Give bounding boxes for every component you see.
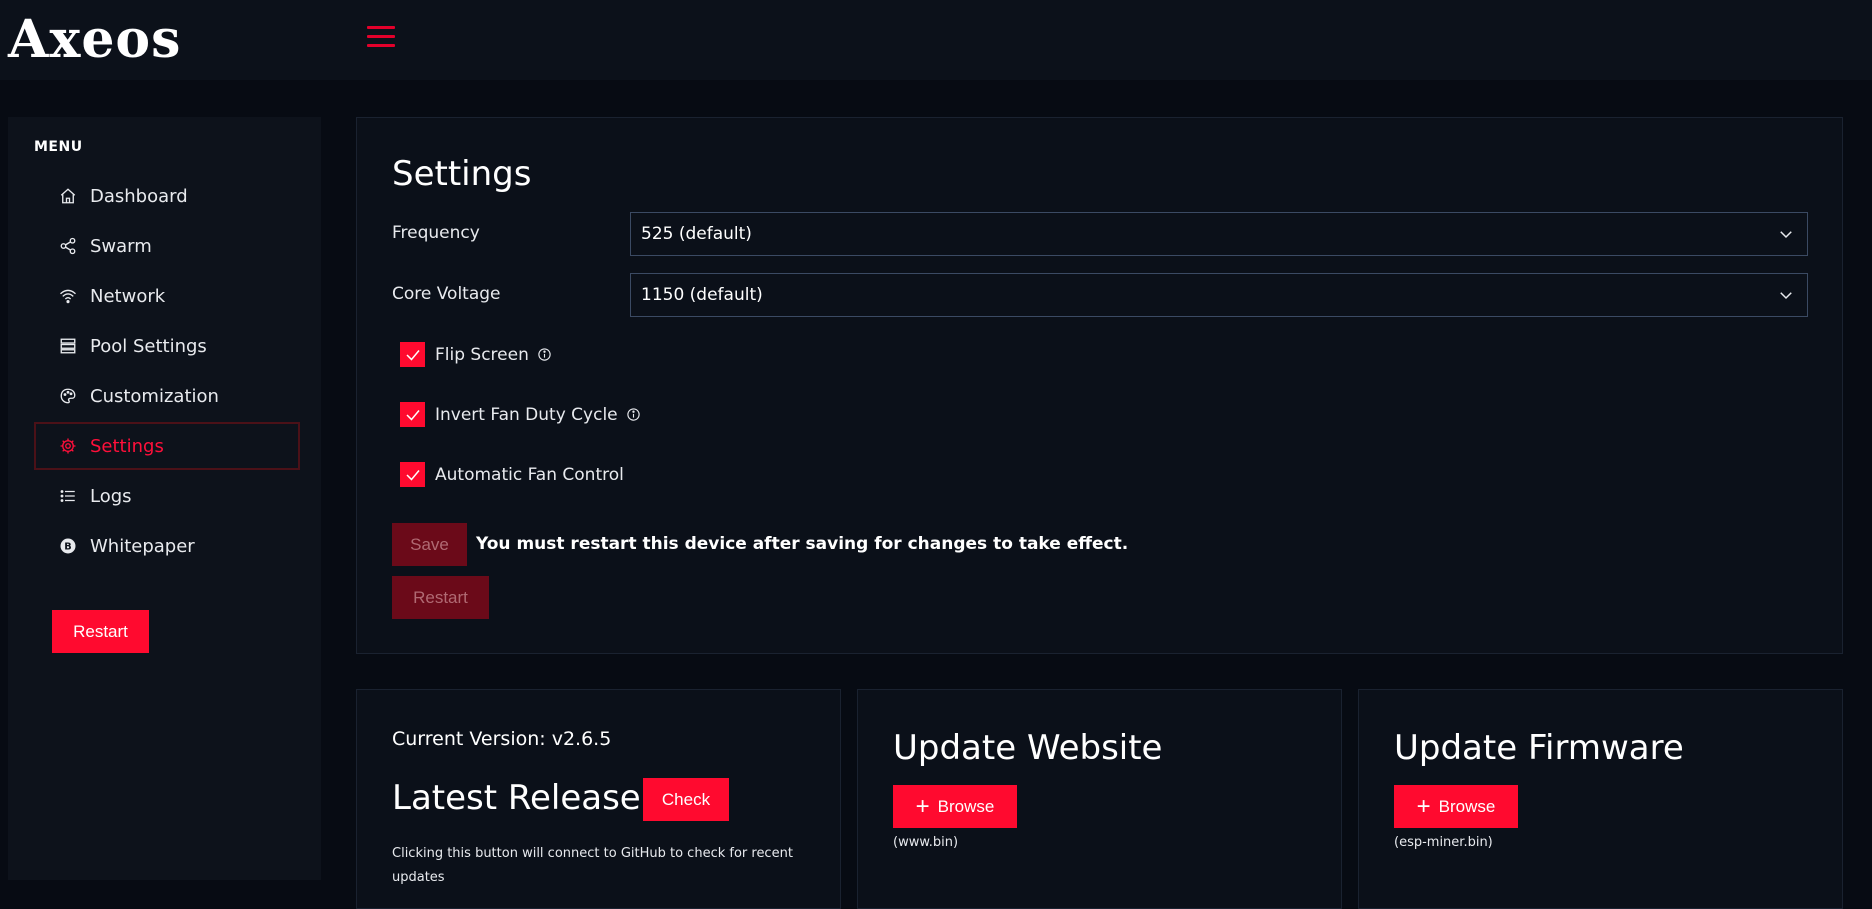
info-icon[interactable] [626,407,641,422]
chevron-down-icon [1780,292,1792,300]
sidebar-item-label: Dashboard [90,185,188,207]
sidebar-item-network[interactable]: Network [34,272,300,320]
core-voltage-value: 1150 (default) [641,285,763,305]
sidebar-item-label: Settings [90,435,164,457]
invert-fan-label: Invert Fan Duty Cycle [435,404,618,425]
core-voltage-label: Core Voltage [392,284,501,304]
check-button[interactable]: Check [643,778,729,821]
sidebar-item-label: Pool Settings [90,335,207,357]
flip-screen-row: Flip Screen [400,342,552,367]
firmware-file-hint: (esp-miner.bin) [1394,835,1493,850]
auto-fan-label: Automatic Fan Control [435,464,624,485]
current-version: Current Version: v2.6.5 [392,728,612,750]
plus-icon: + [1416,792,1431,820]
firmware-browse-button[interactable]: + Browse [1394,785,1518,828]
invert-fan-row: Invert Fan Duty Cycle [400,402,641,427]
sidebar-item-whitepaper[interactable]: B Whitepaper [34,522,300,570]
server-icon [58,336,78,356]
menu-list: Dashboard Swarm Network Pool Settings Cu… [34,172,300,572]
sidebar-item-settings[interactable]: Settings [34,422,300,470]
sidebar-item-label: Logs [90,485,132,507]
sidebar-item-dashboard[interactable]: Dashboard [34,172,300,220]
core-voltage-select[interactable]: 1150 (default) [630,273,1808,317]
menu-heading: MENU [34,139,83,155]
top-bar: Axeos [0,0,1872,80]
sidebar-item-logs[interactable]: Logs [34,472,300,520]
sidebar-item-label: Swarm [90,235,152,257]
checkmark-icon [405,349,420,361]
website-file-hint: (www.bin) [893,835,959,850]
settings-restart-button[interactable]: Restart [392,576,489,619]
bitcoin-icon: B [58,536,78,556]
version-card: Current Version: v2.6.5 Latest Release: … [356,689,841,909]
home-icon [58,186,78,206]
frequency-value: 525 (default) [641,224,752,244]
checkmark-icon [405,409,420,421]
save-button[interactable]: Save [392,523,467,566]
sidebar: MENU Dashboard Swarm Network Pool Settin… [8,117,321,880]
auto-fan-row: Automatic Fan Control [400,462,624,487]
frequency-select[interactable]: 525 (default) [630,212,1808,256]
restart-button[interactable]: Restart [52,610,149,653]
frequency-label: Frequency [392,223,480,243]
sidebar-item-swarm[interactable]: Swarm [34,222,300,270]
sidebar-item-pool-settings[interactable]: Pool Settings [34,322,300,370]
invert-fan-checkbox[interactable] [400,402,425,427]
save-note: You must restart this device after savin… [476,534,1129,554]
update-firmware-title: Update Firmware [1394,728,1684,768]
sidebar-item-label: Whitepaper [90,535,195,557]
info-icon[interactable] [537,347,552,362]
sidebar-item-label: Customization [90,385,219,407]
flip-screen-label: Flip Screen [435,344,529,365]
hamburger-icon[interactable] [367,26,395,48]
sidebar-item-label: Network [90,285,166,307]
flip-screen-checkbox[interactable] [400,342,425,367]
update-website-card: Update Website + Browse (www.bin) [857,689,1342,909]
auto-fan-checkbox[interactable] [400,462,425,487]
chevron-down-icon [1780,231,1792,239]
share-icon [58,236,78,256]
palette-icon [58,386,78,406]
check-note: Clicking this button will connect to Git… [392,846,793,885]
website-browse-button[interactable]: + Browse [893,785,1017,828]
app-logo: Axeos [8,9,182,70]
wifi-icon [58,286,78,306]
update-firmware-card: Update Firmware + Browse (esp-miner.bin) [1358,689,1843,909]
page-title: Settings [392,154,532,194]
latest-release-label: Latest Release: [392,778,653,818]
sidebar-item-customization[interactable]: Customization [34,372,300,420]
checkmark-icon [405,469,420,481]
browse-label: Browse [937,796,995,816]
list-icon [58,486,78,506]
svg-text:B: B [64,541,71,552]
settings-panel: Settings Frequency 525 (default) Core Vo… [356,117,1843,654]
plus-icon: + [915,792,930,820]
browse-label: Browse [1438,796,1496,816]
gear-icon [58,436,78,456]
update-website-title: Update Website [893,728,1163,768]
